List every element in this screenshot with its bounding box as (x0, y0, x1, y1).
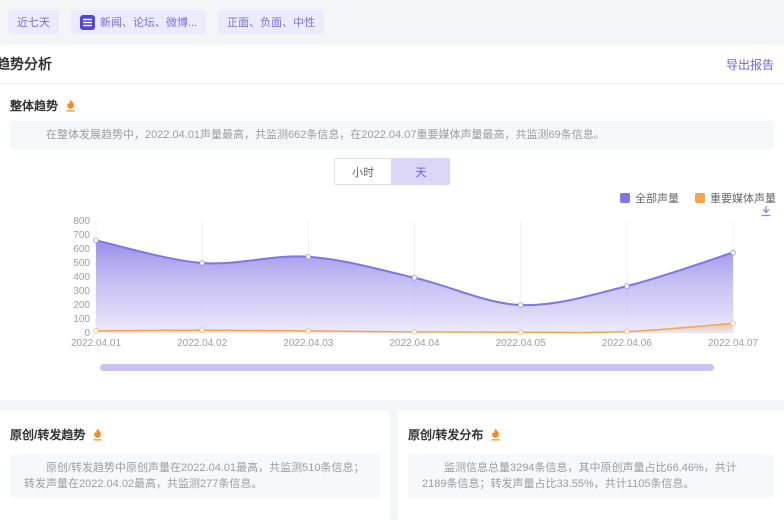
filter-chip-date-range[interactable]: 近七天 (8, 10, 59, 34)
trend-card-header: 趋势分析 导出报告 (0, 45, 784, 84)
filter-chip-sentiment[interactable]: 正面、负面、中性 (218, 10, 324, 34)
svg-text:2022.04.02: 2022.04.02 (177, 338, 227, 349)
trend-analysis-card: 趋势分析 导出报告 整体趋势 在整体发展趋势中，2022.04.01声量最高，共… (0, 45, 784, 400)
granularity-hour-button[interactable]: 小时 (334, 158, 392, 185)
hot-flame-icon (91, 428, 104, 441)
svg-text:2022.04.01: 2022.04.01 (71, 338, 121, 349)
original-repost-distribution-label: 原创/转发分布 (408, 426, 483, 443)
svg-text:500: 500 (73, 258, 90, 269)
filter-chip-sources[interactable]: 新闻、论坛、微博... (71, 10, 206, 34)
granularity-day-button[interactable]: 天 (392, 158, 450, 185)
svg-text:600: 600 (73, 244, 90, 255)
svg-text:2022.04.05: 2022.04.05 (496, 338, 546, 349)
svg-text:100: 100 (73, 314, 90, 325)
granularity-toggle: 小时 天 (334, 158, 450, 185)
original-repost-distribution-summary: 监测信息总量3294条信息，其中原创声量占比66.46%，共计2189条信息；转… (408, 454, 774, 498)
page-title: 趋势分析 (0, 54, 52, 74)
original-repost-distribution-card: 原创/转发分布 监测信息总量3294条信息，其中原创声量占比66.46%，共计2… (398, 410, 784, 520)
original-repost-distribution-title: 原创/转发分布 (408, 426, 502, 443)
dashboard-page: 近七天 新闻、论坛、微博... 正面、负面、中性 趋势分析 导出报告 整体趋势 … (0, 0, 784, 489)
filter-chip-sentiment-label: 正面、负面、中性 (227, 14, 315, 30)
svg-text:2022.04.04: 2022.04.04 (389, 338, 439, 349)
svg-text:300: 300 (73, 286, 90, 297)
filter-bar: 近七天 新闻、论坛、微博... 正面、负面、中性 (8, 10, 324, 34)
svg-text:700: 700 (73, 230, 90, 241)
overall-trend-title: 整体趋势 (10, 97, 77, 114)
trend-chart[interactable]: 01002003004005006007008002022.04.012022.… (0, 200, 784, 350)
export-report-link[interactable]: 导出报告 (726, 56, 774, 73)
original-repost-trend-summary: 原创/转发趋势中原创声量在2022.04.01最高，共监测510条信息；转发声量… (10, 454, 380, 498)
source-list-icon (80, 15, 95, 30)
svg-text:2022.04.06: 2022.04.06 (602, 338, 652, 349)
overall-trend-summary: 在整体发展趋势中，2022.04.01声量最高，共监测662条信息，在2022.… (10, 121, 774, 149)
original-repost-trend-label: 原创/转发趋势 (10, 426, 85, 443)
chart-datazoom-scrollbar[interactable] (100, 364, 714, 371)
hot-flame-icon (64, 99, 77, 112)
original-repost-trend-card: 原创/转发趋势 原创/转发趋势中原创声量在2022.04.01最高，共监测510… (0, 410, 390, 520)
hot-flame-icon (489, 428, 502, 441)
svg-text:2022.04.07: 2022.04.07 (708, 338, 758, 349)
filter-chip-date-label: 近七天 (17, 14, 50, 30)
original-repost-trend-title: 原创/转发趋势 (10, 426, 104, 443)
svg-text:800: 800 (73, 216, 90, 227)
svg-text:200: 200 (73, 300, 90, 311)
overall-trend-label: 整体趋势 (10, 97, 58, 114)
svg-text:2022.04.03: 2022.04.03 (283, 338, 333, 349)
svg-text:400: 400 (73, 272, 90, 283)
filter-chip-sources-label: 新闻、论坛、微博... (100, 14, 197, 30)
